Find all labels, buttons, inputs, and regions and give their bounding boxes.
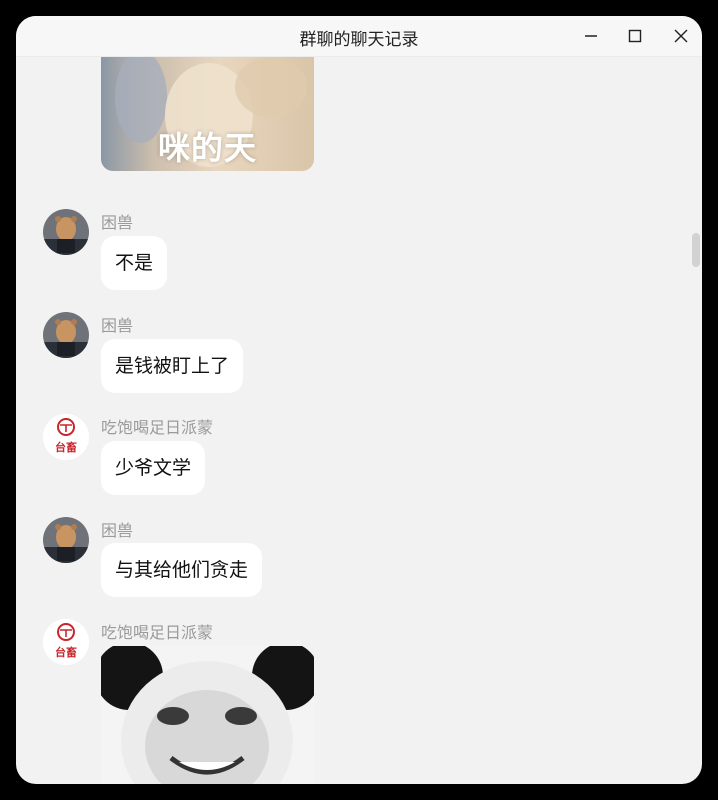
close-icon: [674, 29, 688, 43]
sender-name: 困兽: [101, 213, 134, 232]
sender-name: 吃饱喝足日派蒙: [101, 623, 214, 642]
avatar[interactable]: [43, 312, 89, 358]
close-button[interactable]: [666, 22, 696, 50]
message-bubble[interactable]: 与其给他们贪走: [101, 543, 263, 597]
sticker-image[interactable]: 咪的天: [101, 57, 314, 171]
bear-avatar-image: [43, 517, 89, 563]
scrollbar-thumb[interactable]: [692, 233, 700, 267]
sender-name: 困兽: [101, 316, 134, 335]
message-bubble[interactable]: 少爷文学: [101, 441, 206, 495]
minimize-icon: [585, 35, 597, 37]
maximize-icon: [628, 29, 642, 43]
message-list[interactable]: 咪的天 困兽 不是 困兽 是钱被盯上了 台畜 吃饱喝足日派蒙 少爷文学 困兽 与…: [16, 57, 702, 784]
chat-history-window: 群聊的聊天记录 咪的天 困兽 不是 困兽 是钱被盯上了 台畜 吃饱喝足日派蒙 少…: [16, 16, 702, 784]
minimize-button[interactable]: [576, 22, 606, 50]
sticker-image[interactable]: [101, 646, 314, 784]
logo-text: 台畜: [55, 645, 77, 659]
taichu-logo-icon: 台畜: [43, 414, 89, 460]
message-bubble[interactable]: 是钱被盯上了: [101, 339, 244, 393]
sender-name: 困兽: [101, 521, 134, 540]
maximize-button[interactable]: [620, 22, 650, 50]
avatar[interactable]: 台畜: [43, 619, 89, 665]
avatar[interactable]: [43, 209, 89, 255]
sticker-caption: 咪的天: [157, 129, 257, 167]
bear-avatar-image: [43, 312, 89, 358]
panda-face-sticker: [101, 646, 314, 784]
message-bubble[interactable]: 不是: [101, 236, 168, 290]
title-bar: 群聊的聊天记录: [16, 16, 702, 57]
avatar[interactable]: [43, 517, 89, 563]
avatar[interactable]: 台畜: [43, 414, 89, 460]
bear-avatar-image: [43, 209, 89, 255]
logo-text: 台畜: [55, 440, 77, 454]
taichu-logo-icon: 台畜: [43, 619, 89, 665]
sender-name: 吃饱喝足日派蒙: [101, 418, 214, 437]
